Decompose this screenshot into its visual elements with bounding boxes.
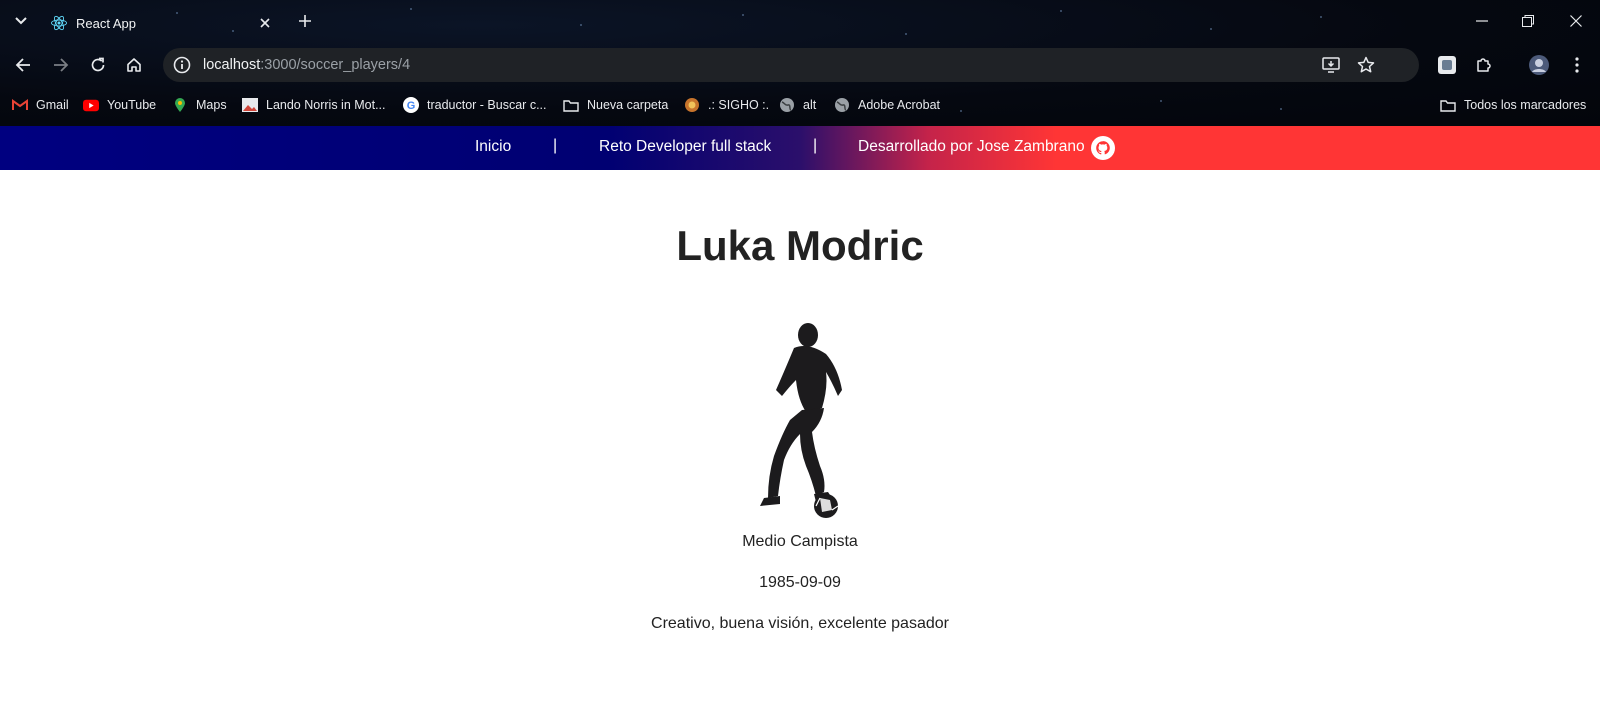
arrow-left-icon [15, 58, 30, 72]
extension-button[interactable] [1436, 54, 1458, 76]
install-app-button[interactable] [1320, 54, 1342, 76]
nav-link-reto[interactable]: Reto Developer full stack [599, 138, 771, 156]
tab-bar: React App [0, 0, 1600, 42]
close-icon [260, 18, 270, 28]
all-bookmarks-folder[interactable]: Todos los marcadores [1440, 94, 1586, 116]
chevron-down-icon [15, 17, 27, 25]
player-position: Medio Campista [742, 533, 858, 550]
back-button[interactable] [10, 52, 36, 78]
star-icon [1357, 56, 1375, 73]
home-button[interactable] [121, 52, 147, 78]
bookmark-lando-norris[interactable]: Lando Norris in Mot... [242, 94, 386, 116]
maps-icon [172, 97, 188, 113]
google-icon: G [403, 97, 419, 113]
react-icon [51, 15, 67, 31]
gmail-icon [12, 97, 28, 113]
kebab-menu-icon [1575, 57, 1579, 73]
bookmark-sigho[interactable]: .: SIGHO :. [684, 94, 769, 116]
install-icon [1322, 57, 1340, 73]
nav-separator: | [553, 137, 558, 154]
tab-title: React App [76, 15, 136, 31]
site-info-button[interactable] [171, 54, 193, 76]
sigho-icon [684, 97, 700, 113]
bookmark-adobe-acrobat[interactable]: Adobe Acrobat [834, 94, 940, 116]
reload-button[interactable] [85, 52, 111, 78]
site-navbar: Inicio | Reto Developer full stack | Des… [0, 126, 1600, 170]
tab-react-app[interactable]: React App [42, 6, 282, 40]
player-detail: Luka Modric Medio Campista 1985-09-09 Cr… [0, 170, 1600, 714]
forward-button[interactable] [48, 52, 74, 78]
player-silhouette-image [760, 323, 842, 518]
avatar [1529, 55, 1549, 75]
arrow-right-icon [54, 58, 69, 72]
new-tab-button[interactable] [294, 10, 316, 32]
folder-icon [563, 97, 579, 113]
restore-button[interactable] [1514, 8, 1542, 34]
tab-close-button[interactable] [256, 14, 274, 32]
url-path: :3000/soccer_players/4 [260, 57, 411, 73]
globe-icon [834, 97, 850, 113]
info-icon [173, 56, 191, 74]
youtube-icon [83, 97, 99, 113]
bookmark-nueva-carpeta[interactable]: Nueva carpeta [563, 94, 668, 116]
extensions-menu-button[interactable] [1473, 54, 1495, 76]
puzzle-icon [1477, 58, 1491, 72]
bookmark-youtube[interactable]: YouTube [83, 94, 156, 116]
url-host: localhost [203, 57, 261, 73]
bookmark-alt[interactable]: alt [779, 94, 816, 116]
bookmarks-bar: Gmail YouTube Maps Lando Norris in Mot..… [0, 92, 1600, 118]
bookmark-traductor[interactable]: G traductor - Buscar c... [403, 94, 546, 116]
nav-link-inicio[interactable]: Inicio [475, 138, 511, 156]
svg-text:G: G [407, 100, 416, 112]
minimize-button[interactable] [1468, 8, 1496, 34]
home-icon [127, 58, 141, 72]
minimize-icon [1476, 20, 1488, 22]
tab-list-button[interactable] [10, 10, 32, 32]
bookmark-maps[interactable]: Maps [172, 94, 227, 116]
close-icon [1570, 15, 1582, 27]
nav-link-author[interactable]: Desarrollado por Jose Zambrano [858, 138, 1085, 156]
browser-menu-button[interactable] [1566, 54, 1588, 76]
bookmark-star-button[interactable] [1355, 54, 1377, 76]
nav-separator: | [813, 137, 818, 154]
browser-toolbar: localhost:3000/soccer_players/4 [0, 44, 1600, 86]
folder-icon [1440, 97, 1456, 113]
globe-icon [779, 97, 795, 113]
plus-icon [299, 15, 311, 27]
browser-chrome: React App localhost:3000/soccer_players/… [0, 0, 1600, 126]
reload-icon [91, 57, 105, 72]
close-window-button[interactable] [1562, 8, 1590, 34]
address-bar[interactable]: localhost:3000/soccer_players/4 [163, 48, 1419, 82]
url-text[interactable]: localhost:3000/soccer_players/4 [203, 57, 410, 73]
player-birth-date: 1985-09-09 [759, 574, 841, 591]
player-description: Creativo, buena visión, excelente pasado… [651, 615, 949, 632]
extension-app-icon [1438, 56, 1456, 74]
restore-icon [1522, 15, 1534, 27]
github-icon[interactable] [1091, 136, 1115, 160]
image-icon [242, 97, 258, 113]
profile-button[interactable] [1528, 54, 1550, 76]
player-name: Luka Modric [676, 222, 924, 269]
bookmark-gmail[interactable]: Gmail [12, 94, 69, 116]
